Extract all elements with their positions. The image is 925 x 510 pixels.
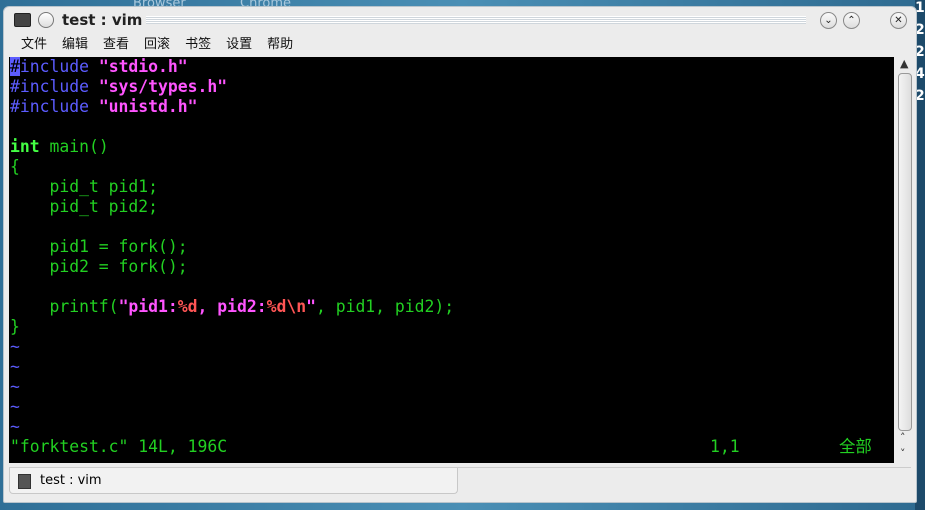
code-token: ~	[10, 337, 20, 356]
code-line: #include "unistd.h"	[9, 97, 894, 117]
terminal-area[interactable]: #include "stdio.h" #include "sys/types.h"…	[9, 57, 894, 463]
code-token: ~	[10, 397, 20, 416]
code-line: pid_t pid1;	[9, 177, 894, 197]
code-line: printf("pid1:%d, pid2:%d\n", pid1, pid2)…	[9, 297, 894, 317]
code-token: #include	[10, 97, 99, 116]
code-line: #include "stdio.h"	[9, 57, 894, 77]
code-token: include	[19, 57, 99, 76]
code-line: ~	[9, 377, 894, 397]
scroll-down-icon[interactable]: ˅	[900, 447, 906, 460]
code-token: "sys/types.h"	[98, 77, 228, 96]
close-button[interactable]: ✕	[890, 12, 907, 29]
code-line: ~	[9, 337, 894, 357]
cursor-position: 1,1	[710, 437, 740, 456]
code-token: , pid1, pid2);	[315, 297, 455, 316]
terminal-icon	[18, 474, 31, 489]
code-token: %d	[177, 297, 198, 316]
window-title: test : vim	[62, 11, 143, 29]
code-token: ~	[10, 417, 20, 436]
code-line: #include "sys/types.h"	[9, 77, 894, 97]
title-bar[interactable]: test : vim ⌄ ⌃ ✕	[4, 7, 916, 33]
tab-bar: test : vim	[9, 467, 911, 496]
code-token: {	[10, 157, 20, 176]
code-line: int main()	[9, 137, 894, 157]
code-token: "	[306, 297, 316, 316]
code-token: pid2 = fork();	[10, 257, 188, 276]
konsole-window: test : vim ⌄ ⌃ ✕ 文件 编辑 查看 回滚 书签 设置 帮助 #i…	[3, 6, 917, 503]
code-token: "stdio.h"	[98, 57, 188, 76]
code-line: pid2 = fork();	[9, 257, 894, 277]
file-info: "forktest.c" 14L, 196C	[10, 437, 228, 456]
code-token: int	[10, 137, 40, 156]
sticky-button[interactable]	[38, 12, 54, 28]
code-token: #include	[10, 77, 99, 96]
menu-view[interactable]: 查看	[103, 33, 129, 57]
code-token: , pid2:	[197, 297, 267, 316]
code-line: ~	[9, 417, 894, 437]
code-token: main()	[39, 137, 109, 156]
code-buffer: #include "stdio.h" #include "sys/types.h"…	[9, 57, 894, 437]
scroll-up-icon[interactable]: ▲	[900, 57, 908, 70]
code-token: pid_t pid2;	[10, 197, 159, 216]
scrollbar-thumb[interactable]	[898, 73, 912, 431]
terminal-icon[interactable]	[14, 13, 31, 27]
code-token: ~	[10, 377, 20, 396]
code-token: printf(	[10, 297, 119, 316]
scroll-position: 全部	[839, 437, 872, 456]
code-token: pid1 = fork();	[10, 237, 188, 256]
menu-file[interactable]: 文件	[21, 33, 47, 57]
tab-label: test : vim	[40, 473, 102, 488]
scrollbar[interactable]: ▲ ˄ ˅	[897, 57, 913, 463]
code-token: "pid1:	[118, 297, 178, 316]
code-line: pid_t pid2;	[9, 197, 894, 217]
code-line: ~	[9, 357, 894, 377]
code-line: pid1 = fork();	[9, 237, 894, 257]
menu-bar: 文件 编辑 查看 回滚 书签 设置 帮助	[4, 33, 916, 57]
code-line: ~	[9, 397, 894, 417]
code-token: %d\n	[266, 297, 307, 316]
code-line: {	[9, 157, 894, 177]
scroll-up-icon[interactable]: ˄	[900, 431, 906, 444]
code-token: #	[10, 57, 20, 76]
title-decoration	[146, 16, 806, 24]
code-token: }	[10, 317, 20, 336]
vim-status-line: "forktest.c" 14L, 196C 1,1 全部	[10, 437, 880, 457]
menu-settings[interactable]: 设置	[226, 33, 252, 57]
code-token: ~	[10, 357, 20, 376]
menu-edit[interactable]: 编辑	[62, 33, 88, 57]
menu-help[interactable]: 帮助	[267, 33, 293, 57]
maximize-button[interactable]: ⌃	[843, 12, 860, 29]
code-line: }	[9, 317, 894, 337]
code-token: "unistd.h"	[98, 97, 198, 116]
menu-scrollback[interactable]: 回滚	[144, 33, 170, 57]
code-token: pid_t pid1;	[10, 177, 159, 196]
tab-test-vim[interactable]: test : vim	[9, 468, 458, 494]
menu-bookmarks[interactable]: 书签	[185, 33, 211, 57]
minimize-button[interactable]: ⌄	[820, 12, 837, 29]
